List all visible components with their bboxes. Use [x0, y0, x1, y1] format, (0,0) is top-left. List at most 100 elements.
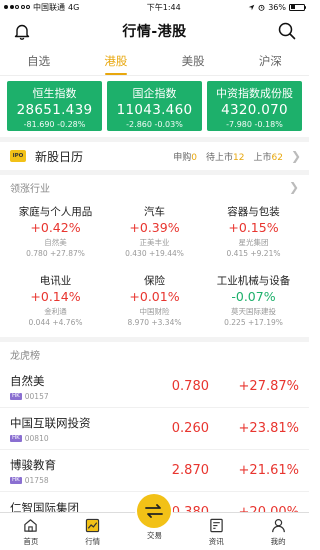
index-pct: -0.28% — [57, 120, 86, 129]
tab-a-share[interactable]: 沪深 — [232, 48, 309, 76]
tabbar-news[interactable]: 资讯 — [191, 516, 241, 547]
home-icon — [22, 516, 40, 534]
ipo-title: 新股日历 — [35, 149, 84, 164]
ipo-listed-count: 62 — [271, 152, 283, 163]
industry-name: 工业机械与设备 — [216, 275, 291, 287]
industry-change: -0.07% — [231, 289, 276, 304]
index-card-hscei[interactable]: 国企指数 11043.460 -2.860 -0.03% — [107, 81, 202, 131]
industry-item[interactable]: 家庭与个人用品 +0.42% 自然美 0.780 +27.87% — [6, 199, 105, 268]
index-name: 中资指数成份股 — [216, 87, 293, 100]
market-badge: HK — [10, 476, 22, 484]
ipo-icon: IPO — [10, 150, 26, 162]
industry-lead-detail: 0.430 +19.44% — [125, 249, 184, 258]
stock-price: 0.780 — [171, 379, 209, 394]
stock-price: 2.870 — [171, 463, 209, 478]
index-name: 恒生指数 — [32, 87, 77, 100]
list-item[interactable]: 博骏教育 HK 01758 2.870 +21.61% — [0, 450, 309, 492]
tabbar-market[interactable]: 行情 — [68, 516, 118, 547]
tab-us[interactable]: 美股 — [155, 48, 232, 76]
market-badge: HK — [10, 434, 22, 442]
index-pct: -0.18% — [254, 120, 283, 129]
bottom-tab-bar: 首页 行情 交易 资讯 我的 — [0, 494, 309, 550]
carrier: 中国联通 — [33, 2, 65, 12]
ipo-subscribe-label: 申购 — [173, 152, 192, 163]
industry-name: 汽车 — [144, 206, 165, 218]
industry-name: 保险 — [144, 275, 165, 287]
battery-percent: 36% — [268, 2, 286, 12]
stock-name: 自然美 — [10, 373, 45, 388]
index-value: 4320.070 — [221, 102, 288, 118]
ipo-subscribe-count: 0 — [191, 152, 197, 163]
index-card-hsi[interactable]: 恒生指数 28651.439 -81.690 -0.28% — [7, 81, 102, 131]
signal-icon — [4, 5, 30, 9]
tab-hk[interactable]: 港股 — [77, 48, 154, 76]
list-item[interactable]: 自然美 HK 00157 0.780 +27.87% — [0, 366, 309, 408]
index-change: -7.980 — [226, 120, 252, 129]
dragon-section-header: 龙虎榜 — [0, 342, 309, 366]
industry-lead-stock: 自然美 — [44, 238, 67, 247]
index-value: 11043.460 — [116, 102, 193, 118]
industry-item[interactable]: 电讯业 +0.14% 金利通 0.044 +4.76% — [6, 268, 105, 337]
tabbar-profile[interactable]: 我的 — [253, 516, 303, 547]
tabbar-home[interactable]: 首页 — [6, 516, 56, 547]
tabbar-label: 资讯 — [208, 537, 224, 546]
profile-icon — [269, 516, 287, 534]
nav-bar: 行情-港股 — [0, 14, 309, 48]
market-badge: HK — [10, 392, 22, 400]
index-card-hscci[interactable]: 中资指数成份股 4320.070 -7.980 -0.18% — [207, 81, 302, 131]
index-cards: 恒生指数 28651.439 -81.690 -0.28% 国企指数 11043… — [0, 76, 309, 137]
tabbar-label: 首页 — [23, 537, 39, 546]
ipo-pending-label: 待上市 — [206, 152, 234, 163]
bell-icon[interactable] — [11, 20, 33, 42]
industry-lead-stock: 中国财险 — [139, 307, 170, 316]
index-pct: -0.03% — [154, 120, 183, 129]
industry-item[interactable]: 容器与包装 +0.15% 星光集团 0.415 +9.21% — [204, 199, 303, 268]
industry-item[interactable]: 保险 +0.01% 中国财险 8.970 +3.34% — [105, 268, 204, 337]
chevron-right-icon: ❯ — [288, 180, 299, 194]
industry-header: 领涨行业 — [10, 183, 50, 195]
industry-lead-stock: 星光集团 — [238, 238, 269, 247]
industry-change: +0.15% — [228, 220, 279, 235]
industry-change: +0.14% — [30, 289, 81, 304]
tabbar-trade[interactable]: 交易 — [129, 494, 179, 547]
industry-lead-detail: 0.044 +4.76% — [28, 318, 83, 327]
news-icon — [207, 516, 225, 534]
status-bar: 中国联通 4G 下午1:44 36% — [0, 0, 309, 14]
market-tabs: 自选 港股 美股 沪深 — [0, 48, 309, 76]
tabbar-label: 行情 — [85, 537, 101, 546]
stock-name: 中国互联网投资 — [10, 415, 91, 430]
battery-icon — [288, 3, 307, 11]
industry-lead-detail: 0.225 +17.19% — [224, 318, 283, 327]
tabbar-label: 交易 — [146, 531, 162, 540]
stock-code: 00810 — [24, 433, 49, 443]
industry-lead-detail: 8.970 +3.34% — [127, 318, 182, 327]
index-name: 国企指数 — [132, 87, 177, 100]
alarm-icon — [258, 4, 265, 11]
industry-change: +0.01% — [129, 289, 180, 304]
search-icon[interactable] — [276, 20, 298, 42]
stock-pct: +27.87% — [238, 379, 299, 394]
trade-icon — [137, 494, 172, 528]
stock-price: 0.260 — [171, 421, 209, 436]
industry-item[interactable]: 汽车 +0.39% 正美丰业 0.430 +19.44% — [105, 199, 204, 268]
industry-lead-detail: 0.415 +9.21% — [226, 249, 281, 258]
stock-pct: +21.61% — [238, 463, 299, 478]
stock-code: 00157 — [24, 391, 49, 401]
list-item[interactable]: 中国互联网投资 HK 00810 0.260 +23.81% — [0, 408, 309, 450]
industry-grid: 家庭与个人用品 +0.42% 自然美 0.780 +27.87% 汽车 +0.3… — [0, 199, 309, 337]
industry-item[interactable]: 工业机械与设备 -0.07% 莫天国际建投 0.225 +17.19% — [204, 268, 303, 337]
stock-name: 博骏教育 — [10, 457, 56, 472]
tabbar-label: 我的 — [270, 537, 286, 546]
tab-watchlist[interactable]: 自选 — [0, 48, 77, 76]
chevron-right-icon: ❯ — [290, 149, 301, 163]
ipo-calendar-row[interactable]: IPO 新股日历 申购0 待上市12 上市62 ❯ — [0, 137, 309, 175]
ipo-listed-label: 上市 — [253, 152, 272, 163]
location-icon — [248, 4, 255, 10]
industry-section-header[interactable]: 领涨行业 ❯ — [0, 175, 309, 199]
industry-name: 电讯业 — [39, 275, 72, 287]
page-title: 行情-港股 — [122, 24, 187, 40]
industry-lead-stock: 正美丰业 — [139, 238, 170, 247]
ipo-pending-count: 12 — [233, 152, 245, 163]
industry-lead-stock: 莫天国际建投 — [231, 307, 276, 316]
industry-lead-stock: 金利通 — [44, 307, 67, 316]
